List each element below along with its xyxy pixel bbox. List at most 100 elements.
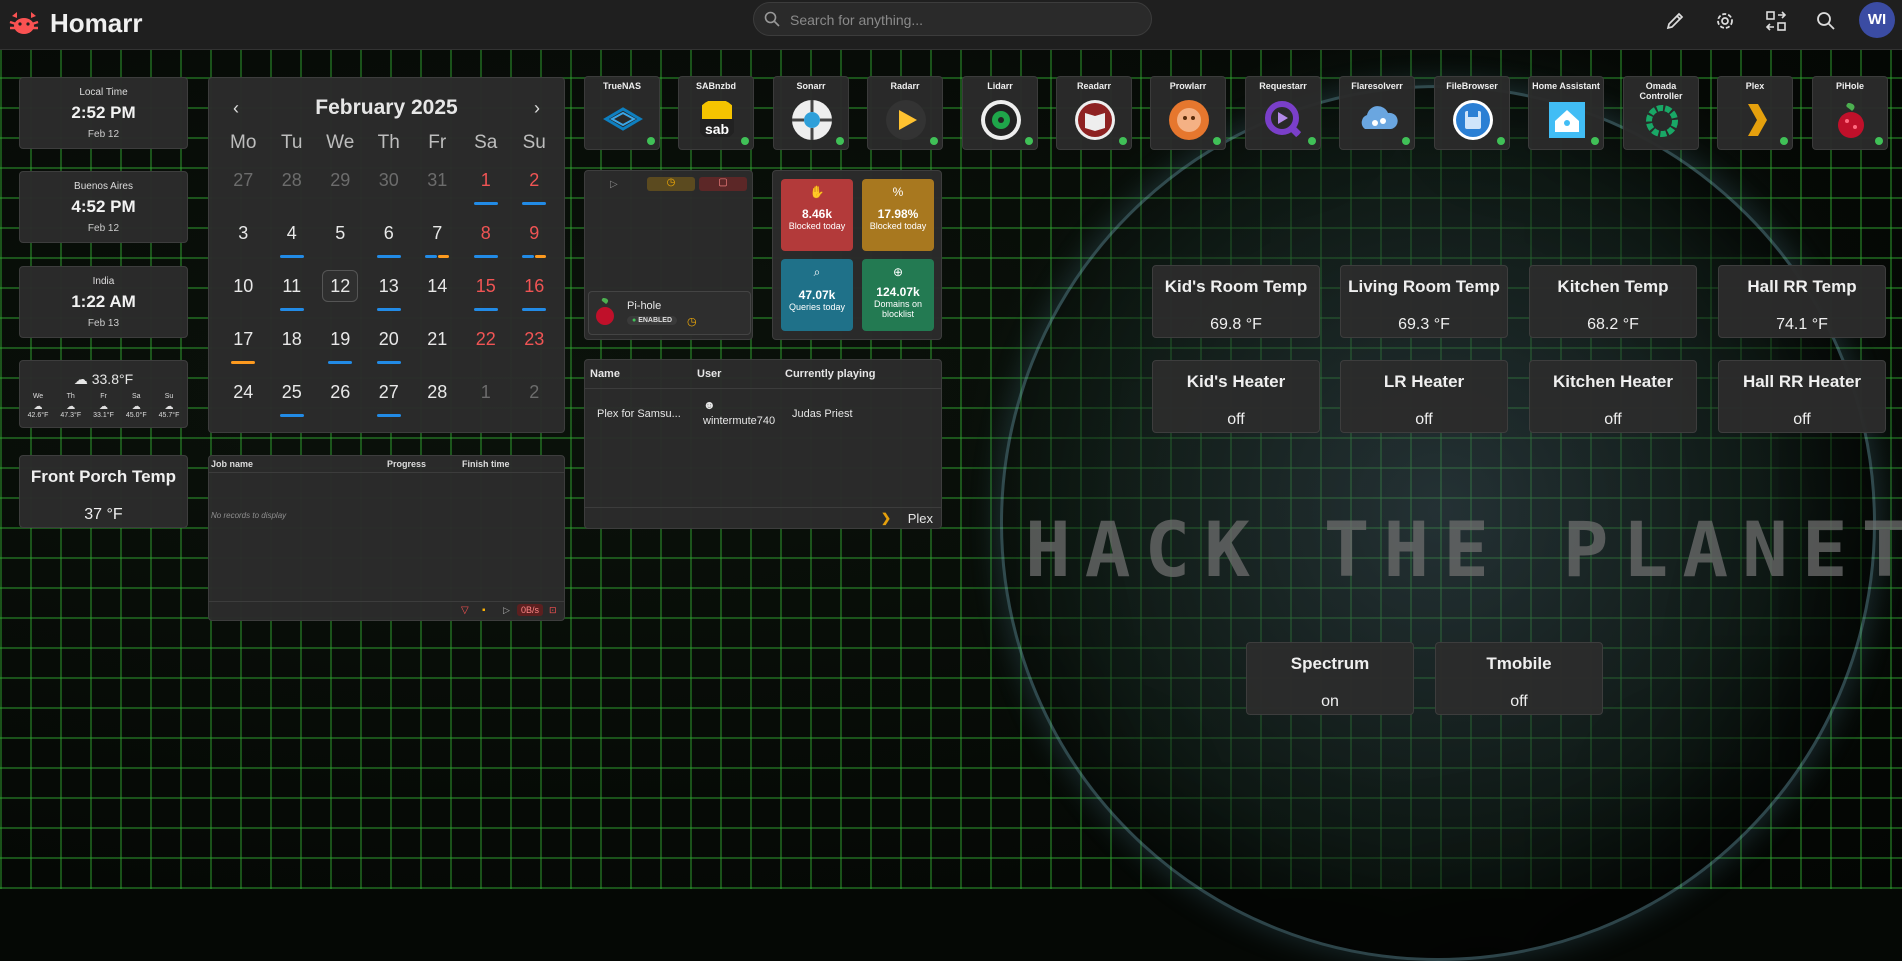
calendar-day[interactable]: 15: [462, 268, 511, 321]
search-bar[interactable]: [753, 2, 1152, 36]
calendar-day[interactable]: 6: [365, 215, 414, 268]
stat-value: 124.07k: [876, 285, 920, 299]
stop-icon[interactable]: ⊡: [549, 605, 557, 616]
app-tile-flaresolverr[interactable]: Flaresolverr: [1339, 76, 1415, 150]
stat-value: 17.98%: [877, 207, 919, 221]
play-icon[interactable]: ▷: [610, 179, 618, 190]
calendar-day[interactable]: 30: [365, 162, 414, 215]
calendar-day[interactable]: 2: [510, 162, 559, 215]
weekday-label: Mo: [230, 132, 257, 153]
entity-card-hall-rr-temp[interactable]: Hall RR Temp 74.1 °F: [1718, 265, 1886, 338]
entity-card-front-porch[interactable]: Front Porch Temp 37 °F: [19, 455, 188, 528]
column-header[interactable]: Name: [590, 368, 620, 380]
search-icon[interactable]: [1813, 8, 1839, 34]
calendar-day[interactable]: 14: [413, 268, 462, 321]
app-tile-plex[interactable]: Plex: [1717, 76, 1793, 150]
calendar-day[interactable]: 27: [365, 374, 414, 427]
calendar-day[interactable]: 24: [219, 374, 268, 427]
calendar-day[interactable]: 17: [219, 321, 268, 374]
calendar-day[interactable]: 3: [219, 215, 268, 268]
entity-card-hall-rr-heater[interactable]: Hall RR Heater off: [1718, 360, 1886, 433]
calendar-day[interactable]: 21: [413, 321, 462, 374]
app-tile-radarr[interactable]: Radarr: [867, 76, 943, 150]
entity-value: 69.3 °F: [1398, 316, 1450, 333]
app-tile-home-assistant[interactable]: Home Assistant: [1528, 76, 1604, 150]
entity-card-spectrum[interactable]: Spectrum on: [1246, 642, 1414, 715]
readarr-icon: [1075, 100, 1115, 140]
flaresolverr-icon: [1361, 106, 1398, 129]
stat-label: Domains on blocklist: [873, 299, 923, 319]
calendar-day[interactable]: 23: [510, 321, 559, 374]
column-header[interactable]: Progress: [387, 459, 426, 469]
calendar-day[interactable]: 29: [316, 162, 365, 215]
column-header[interactable]: Job name: [211, 459, 253, 469]
entity-card-living-room-temp[interactable]: Living Room Temp 69.3 °F: [1340, 265, 1508, 338]
entity-card-lr-heater[interactable]: LR Heater off: [1340, 360, 1508, 433]
event-indicator: [473, 202, 498, 205]
calendar-day[interactable]: 26: [316, 374, 365, 427]
calendar-day[interactable]: 27: [219, 162, 268, 215]
event-indicator: [535, 255, 546, 258]
entity-card-kids-room-temp[interactable]: Kid's Room Temp 69.8 °F: [1152, 265, 1320, 338]
timer-icon[interactable]: ◷: [687, 315, 697, 328]
entity-card-kitchen-temp[interactable]: Kitchen Temp 68.2 °F: [1529, 265, 1697, 338]
app-tile-pihole[interactable]: PiHole: [1812, 76, 1888, 150]
calendar-day[interactable]: 20: [365, 321, 414, 374]
calendar-day[interactable]: 2: [510, 374, 559, 427]
table-row[interactable]: Plex for Samsu... ☻ wintermute740 Judas …: [585, 398, 941, 436]
calendar-day[interactable]: 31: [413, 162, 462, 215]
entity-card-kitchen-heater[interactable]: Kitchen Heater off: [1529, 360, 1697, 433]
calendar-day[interactable]: 1: [462, 374, 511, 427]
column-header[interactable]: Finish time: [462, 459, 510, 469]
calendar-day[interactable]: 28: [413, 374, 462, 427]
app-tile-prowlarr[interactable]: Prowlarr: [1150, 76, 1226, 150]
calendar-day[interactable]: 13: [365, 268, 414, 321]
app-tile-requestarr[interactable]: Requestarr: [1245, 76, 1321, 150]
event-indicator: [438, 255, 449, 258]
calendar-day[interactable]: 16: [510, 268, 559, 321]
app-tile-lidarr[interactable]: Lidarr: [962, 76, 1038, 150]
calendar-day[interactable]: 5: [316, 215, 365, 268]
logo-icon[interactable]: [8, 10, 40, 38]
calendar-day[interactable]: 1: [462, 162, 511, 215]
play-icon[interactable]: ▷: [503, 605, 510, 616]
calendar-day[interactable]: 9: [510, 215, 559, 268]
calendar-day[interactable]: 25: [268, 374, 317, 427]
app-title[interactable]: Homarr: [50, 8, 142, 39]
calendar-day[interactable]: 7: [413, 215, 462, 268]
entity-card-tmobile[interactable]: Tmobile off: [1435, 642, 1603, 715]
downloads-widget: Job name Progress Finish time No records…: [208, 455, 565, 621]
pencil-icon[interactable]: [1662, 8, 1688, 34]
gear-icon[interactable]: [1712, 8, 1738, 34]
status-dot: [1402, 137, 1410, 145]
column-header[interactable]: User: [697, 368, 721, 380]
pihole-instance-row[interactable]: Pi-hole ● ENABLED ◷: [588, 291, 751, 335]
calendar-day[interactable]: 4: [268, 215, 317, 268]
app-tile-filebrowser[interactable]: FileBrowser: [1434, 76, 1510, 150]
calendar-day[interactable]: 11: [268, 268, 317, 321]
entity-card-kids-heater[interactable]: Kid's Heater off: [1152, 360, 1320, 433]
clock-time: 1:22 AM: [71, 292, 136, 311]
stat-tile: ✋ 8.46k Blocked today: [781, 179, 853, 251]
calendar-day[interactable]: 22: [462, 321, 511, 374]
app-name: Requestarr: [1259, 81, 1307, 91]
app-tile-omada-controller[interactable]: Omada Controller: [1623, 76, 1699, 150]
calendar-next-button[interactable]: ›: [534, 98, 540, 119]
app-tile-sonarr[interactable]: Sonarr: [773, 76, 849, 150]
calendar-day[interactable]: 10: [219, 268, 268, 321]
stop-icon[interactable]: ▢: [699, 177, 747, 191]
search-input[interactable]: [788, 9, 1132, 31]
arrows-exchange-icon[interactable]: [1763, 8, 1789, 34]
calendar-day[interactable]: 28: [268, 162, 317, 215]
calendar-day[interactable]: 8: [462, 215, 511, 268]
app-tile-sabnzbd[interactable]: SABnzbd sab: [678, 76, 754, 150]
avatar[interactable]: WI: [1859, 2, 1895, 38]
calendar-day-today[interactable]: 12: [316, 268, 365, 321]
app-name: FileBrowser: [1446, 81, 1498, 91]
clock-pause-icon[interactable]: ◷: [647, 177, 695, 191]
app-tile-readarr[interactable]: Readarr: [1056, 76, 1132, 150]
calendar-day[interactable]: 18: [268, 321, 317, 374]
column-header[interactable]: Currently playing: [785, 368, 875, 380]
calendar-day[interactable]: 19: [316, 321, 365, 374]
app-tile-truenas[interactable]: TrueNAS: [584, 76, 660, 150]
